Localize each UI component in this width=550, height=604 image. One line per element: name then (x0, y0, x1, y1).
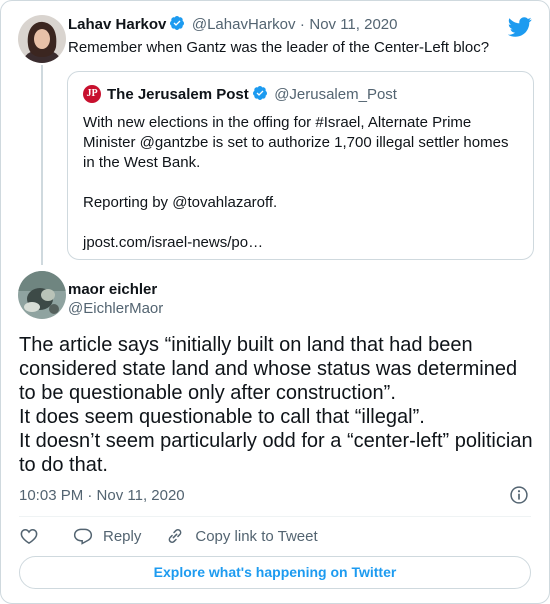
parent-tweet-date[interactable]: Nov 11, 2020 (309, 16, 397, 33)
main-tweet-line: It does seem questionable to call that “… (19, 406, 425, 428)
parent-author-handle[interactable]: @LahavHarkov (192, 16, 296, 33)
thread-connector-line (41, 65, 43, 265)
main-author-name[interactable]: maor eichler (68, 281, 157, 298)
quoted-tweet[interactable]: JP The Jerusalem Post @Jerusalem_Post Wit… (67, 71, 534, 260)
main-tweet-line: The article says “initially built on lan… (19, 334, 518, 404)
verified-badge-icon (252, 86, 267, 100)
twitter-bird-icon[interactable] (508, 15, 532, 39)
reply-icon (73, 528, 93, 545)
parent-tweet-text: Remember when Gantz was the leader of th… (68, 39, 490, 56)
explore-twitter-button[interactable]: Explore what's happening on Twitter (19, 556, 531, 589)
tweet-timestamp[interactable]: 10:03 PM · Nov 11, 2020 (19, 487, 185, 504)
quoted-tweet-body: With new elections in the offing for #Is… (83, 113, 523, 253)
like-button[interactable] (19, 526, 49, 546)
jpost-logo: JP (83, 85, 101, 103)
quoted-paragraph: With new elections in the offing for #Is… (83, 114, 509, 171)
main-tweet-text: The article says “initially built on lan… (19, 333, 539, 477)
parent-tweet-header: Lahav Harkov @LahavHarkov · Nov 11, 2020 (68, 15, 397, 34)
separator-dot: · (299, 16, 305, 33)
parent-avatar[interactable] (18, 15, 66, 63)
quoted-tweet-header: JP The Jerusalem Post @Jerusalem_Post (83, 85, 397, 104)
reply-label: Reply (103, 527, 142, 545)
reply-button[interactable]: Reply (73, 526, 141, 546)
quoted-link[interactable]: jpost.com/israel-news/po… (83, 233, 523, 253)
verified-badge-icon (170, 16, 185, 30)
heart-icon (20, 528, 38, 544)
info-icon[interactable] (509, 485, 529, 505)
copy-link-label: Copy link to Tweet (195, 527, 318, 545)
copy-link-button[interactable]: Copy link to Tweet (165, 526, 318, 546)
quoted-paragraph: Reporting by @tovahlazaroff. (83, 194, 278, 211)
main-avatar[interactable] (18, 271, 66, 319)
tweet-actions: Reply Copy link to Tweet (19, 525, 342, 547)
parent-author-name[interactable]: Lahav Harkov (68, 16, 166, 33)
link-icon (168, 529, 182, 543)
quoted-author-handle[interactable]: @Jerusalem_Post (274, 86, 397, 103)
main-tweet-line: It doesn’t seem particularly odd for a “… (19, 430, 533, 476)
quoted-author-name[interactable]: The Jerusalem Post (107, 86, 249, 103)
embedded-tweet-card: Lahav Harkov @LahavHarkov · Nov 11, 2020… (0, 0, 550, 604)
divider (19, 516, 531, 517)
main-author-handle[interactable]: @EichlerMaor (68, 300, 163, 317)
